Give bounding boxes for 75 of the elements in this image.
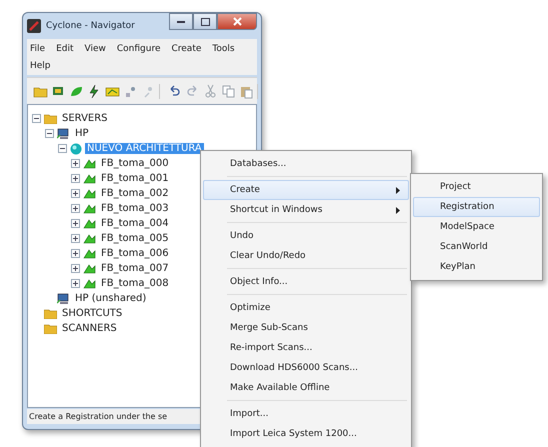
expand-icon[interactable] [71,249,80,258]
menu-item[interactable]: Edit [55,44,74,54]
tree-item[interactable]: SHORTCUTS [60,308,124,319]
menu-item[interactable]: View [84,44,107,54]
folder-icon [44,323,57,334]
menu-item[interactable]: File [29,44,46,54]
tree-item[interactable]: FB_toma_007 [99,263,171,274]
scanner-icon [83,278,96,289]
tree-item[interactable]: HP [73,128,91,139]
tree-item[interactable]: FB_toma_006 [99,248,171,259]
submenu-item[interactable]: Registration [413,197,540,217]
sphere-icon [70,142,82,154]
status-text: Create a Registration under the se [29,412,168,421]
maximize-button[interactable] [193,13,217,30]
expand-icon[interactable] [71,234,80,243]
collapse-icon[interactable] [32,114,41,123]
menu-item[interactable]: Tools [211,44,236,54]
expand-icon[interactable] [71,219,80,228]
expand-icon[interactable] [71,174,80,183]
scanner-icon [83,263,96,274]
tree-item[interactable]: SERVERS [60,113,110,124]
scanner-icon [83,188,96,199]
minimize-button[interactable] [169,13,193,30]
context-menu-item[interactable]: Re-import Scans... [203,338,409,358]
context-menu-item[interactable]: Undo [203,226,409,246]
scanner-icon [83,248,96,259]
window-title: Cyclone - Navigator [46,21,136,31]
expand-icon[interactable] [71,159,80,168]
menu-item[interactable]: Configure [116,44,162,54]
expand-icon[interactable] [71,264,80,273]
menu-item[interactable]: Help [29,60,52,70]
context-menu-item[interactable]: Create [203,180,409,200]
collapse-icon[interactable] [58,144,67,153]
context-menu-item[interactable]: Merge Sub-Scans [203,318,409,338]
scanner-icon [83,233,96,244]
tree-item[interactable]: FB_toma_003 [99,203,171,214]
maximize-icon [200,18,210,26]
tree-item[interactable]: FB_toma_004 [99,218,171,229]
submenu-item[interactable]: KeyPlan [413,257,540,277]
context-menu-item[interactable]: Make Available Offline [203,378,409,398]
expand-icon[interactable] [71,189,80,198]
submenu-item[interactable]: Project [413,177,540,197]
menu-item[interactable]: Create [170,44,202,54]
tree-item[interactable]: FB_toma_002 [99,188,171,199]
scanner-icon [83,218,96,229]
context-menu-item[interactable]: Databases... [203,154,409,174]
context-menu-item[interactable]: Import... [203,404,409,424]
context-menu-item[interactable]: Optimize [203,298,409,318]
close-button[interactable] [217,13,257,30]
minimize-icon [177,20,185,23]
tree-item[interactable]: FB_toma_008 [99,278,171,289]
context-menu-item[interactable]: Clear Undo/Redo [203,246,409,266]
computer-icon [57,128,70,140]
context-menu-item[interactable]: Download HDS6000 Scans... [203,358,409,378]
computer-icon [57,292,70,304]
tree-item[interactable]: SCANNERS [60,323,119,334]
collapse-icon[interactable] [45,129,54,138]
close-icon [232,17,242,26]
tree-item[interactable]: FB_toma_005 [99,233,171,244]
tree-item[interactable]: FB_toma_000 [99,158,171,169]
folder-icon [44,113,57,124]
context-menu-item[interactable]: Object Info... [203,272,409,292]
expand-icon[interactable] [71,279,80,288]
scanner-icon [83,173,96,184]
scanner-icon [83,158,96,169]
submenu-item[interactable]: ScanWorld [413,237,540,257]
folder-icon [44,308,57,319]
context-menu-item[interactable]: Shortcut in Windows [203,200,409,220]
app-logo-icon [27,19,41,33]
context-menu-item[interactable]: Import Leica System 1200... [203,424,409,444]
submenu-item[interactable]: ModelSpace [413,217,540,237]
expand-icon[interactable] [71,204,80,213]
tree-item[interactable]: FB_toma_001 [99,173,171,184]
tree-item[interactable]: HP (unshared) [73,293,148,304]
scanner-icon [83,203,96,214]
